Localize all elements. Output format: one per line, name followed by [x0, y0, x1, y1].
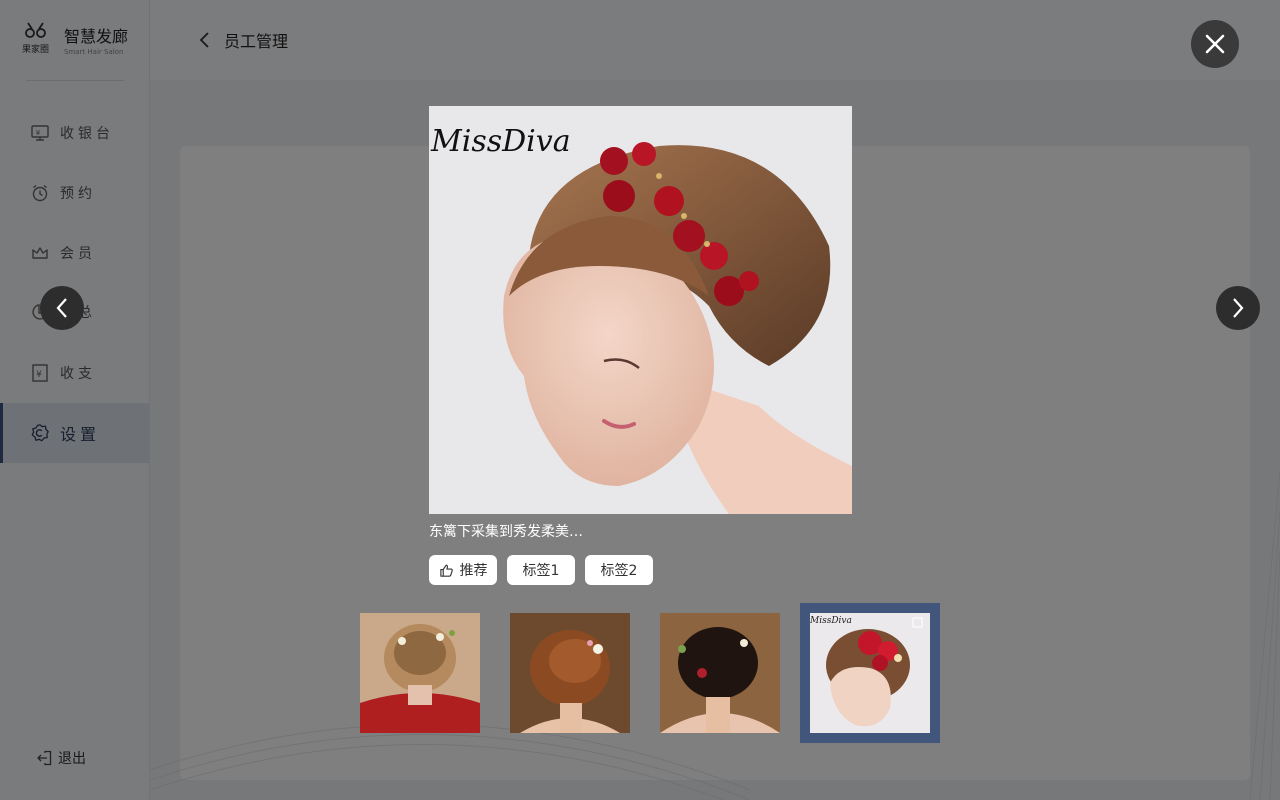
hair-thumb-4: MissDiva [810, 613, 930, 733]
tag-chip[interactable]: 标签1 [507, 555, 575, 585]
hair-accessory-photo: MissDiva [429, 106, 852, 514]
thumbnail-1[interactable] [360, 613, 480, 733]
missdiva-watermark: MissDiva [430, 124, 571, 159]
recommend-button[interactable]: 推荐 [429, 555, 497, 585]
thumbnail-3[interactable] [660, 613, 780, 733]
image-caption: 东篱下采集到秀发柔美… [429, 524, 583, 540]
main-image: MissDiva [429, 106, 852, 514]
thumbnail-2[interactable] [510, 613, 630, 733]
hair-thumb-1 [360, 613, 480, 733]
hair-thumb-3 [660, 613, 780, 733]
tag-chip[interactable]: 标签2 [585, 555, 653, 585]
next-image-button[interactable] [1216, 286, 1260, 330]
svg-text:MissDiva: MissDiva [810, 616, 852, 626]
close-icon [1205, 34, 1225, 54]
recommend-label: 推荐 [459, 563, 488, 579]
close-button[interactable] [1191, 20, 1239, 68]
thumbs-up-icon [439, 564, 453, 577]
chevron-left-icon [56, 298, 67, 318]
chevron-right-icon [1233, 298, 1244, 318]
thumbnail-4-selected[interactable]: MissDiva [800, 603, 940, 743]
previous-image-button[interactable] [40, 286, 84, 330]
hair-thumb-2 [510, 613, 630, 733]
